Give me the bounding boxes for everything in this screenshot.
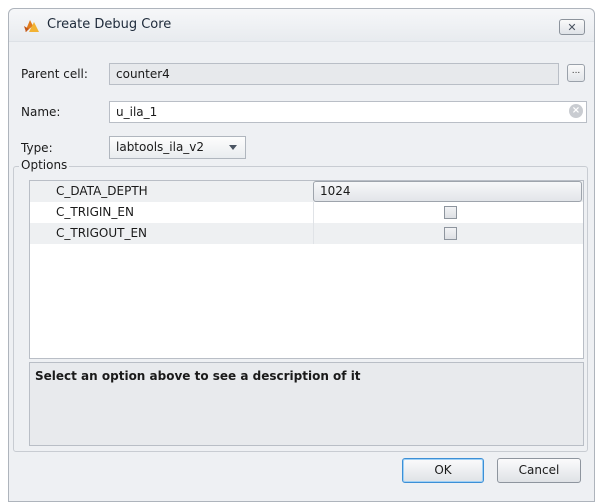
options-table: C_DATA_DEPTH 1024 C_TRIGIN_EN C_TRIGOUT_…: [29, 180, 584, 359]
option-name: C_DATA_DEPTH: [56, 184, 148, 198]
create-debug-core-dialog: Create Debug Core ✕ Parent cell: counter…: [8, 8, 595, 502]
cancel-button[interactable]: Cancel: [497, 458, 581, 483]
description-panel: Select an option above to see a descript…: [29, 362, 584, 446]
trigin-en-checkbox[interactable]: [444, 206, 457, 219]
clear-icon[interactable]: ×: [569, 104, 583, 118]
browse-button[interactable]: ...: [567, 64, 585, 82]
trigout-en-checkbox[interactable]: [444, 227, 457, 240]
description-text: Select an option above to see a descript…: [35, 369, 361, 383]
option-row-trigin-en[interactable]: C_TRIGIN_EN: [30, 202, 583, 223]
data-depth-dropdown[interactable]: 1024: [313, 181, 582, 202]
type-label: Type:: [21, 141, 53, 155]
options-group-label: Options: [19, 158, 70, 172]
option-row-trigout-en[interactable]: C_TRIGOUT_EN: [30, 223, 583, 244]
title-bar: Create Debug Core ✕: [9, 9, 594, 42]
type-dropdown[interactable]: labtools_ila_v2: [109, 136, 246, 159]
column-divider: [313, 202, 314, 223]
option-name: C_TRIGIN_EN: [56, 205, 134, 219]
parent-cell-field: counter4: [109, 63, 559, 85]
vivado-logo-icon: [23, 17, 41, 33]
window-title: Create Debug Core: [47, 17, 172, 32]
close-icon: ✕: [567, 20, 577, 34]
type-value: labtools_ila_v2: [116, 140, 205, 154]
parent-cell-label: Parent cell:: [21, 67, 88, 81]
column-divider: [313, 223, 314, 244]
chevron-down-icon: [229, 145, 237, 150]
name-input[interactable]: u_ila_1: [109, 101, 587, 123]
close-button[interactable]: ✕: [559, 19, 585, 35]
option-row-data-depth[interactable]: C_DATA_DEPTH 1024: [30, 181, 583, 202]
ok-button[interactable]: OK: [402, 458, 484, 483]
name-label: Name:: [21, 105, 61, 119]
option-name: C_TRIGOUT_EN: [56, 226, 148, 240]
